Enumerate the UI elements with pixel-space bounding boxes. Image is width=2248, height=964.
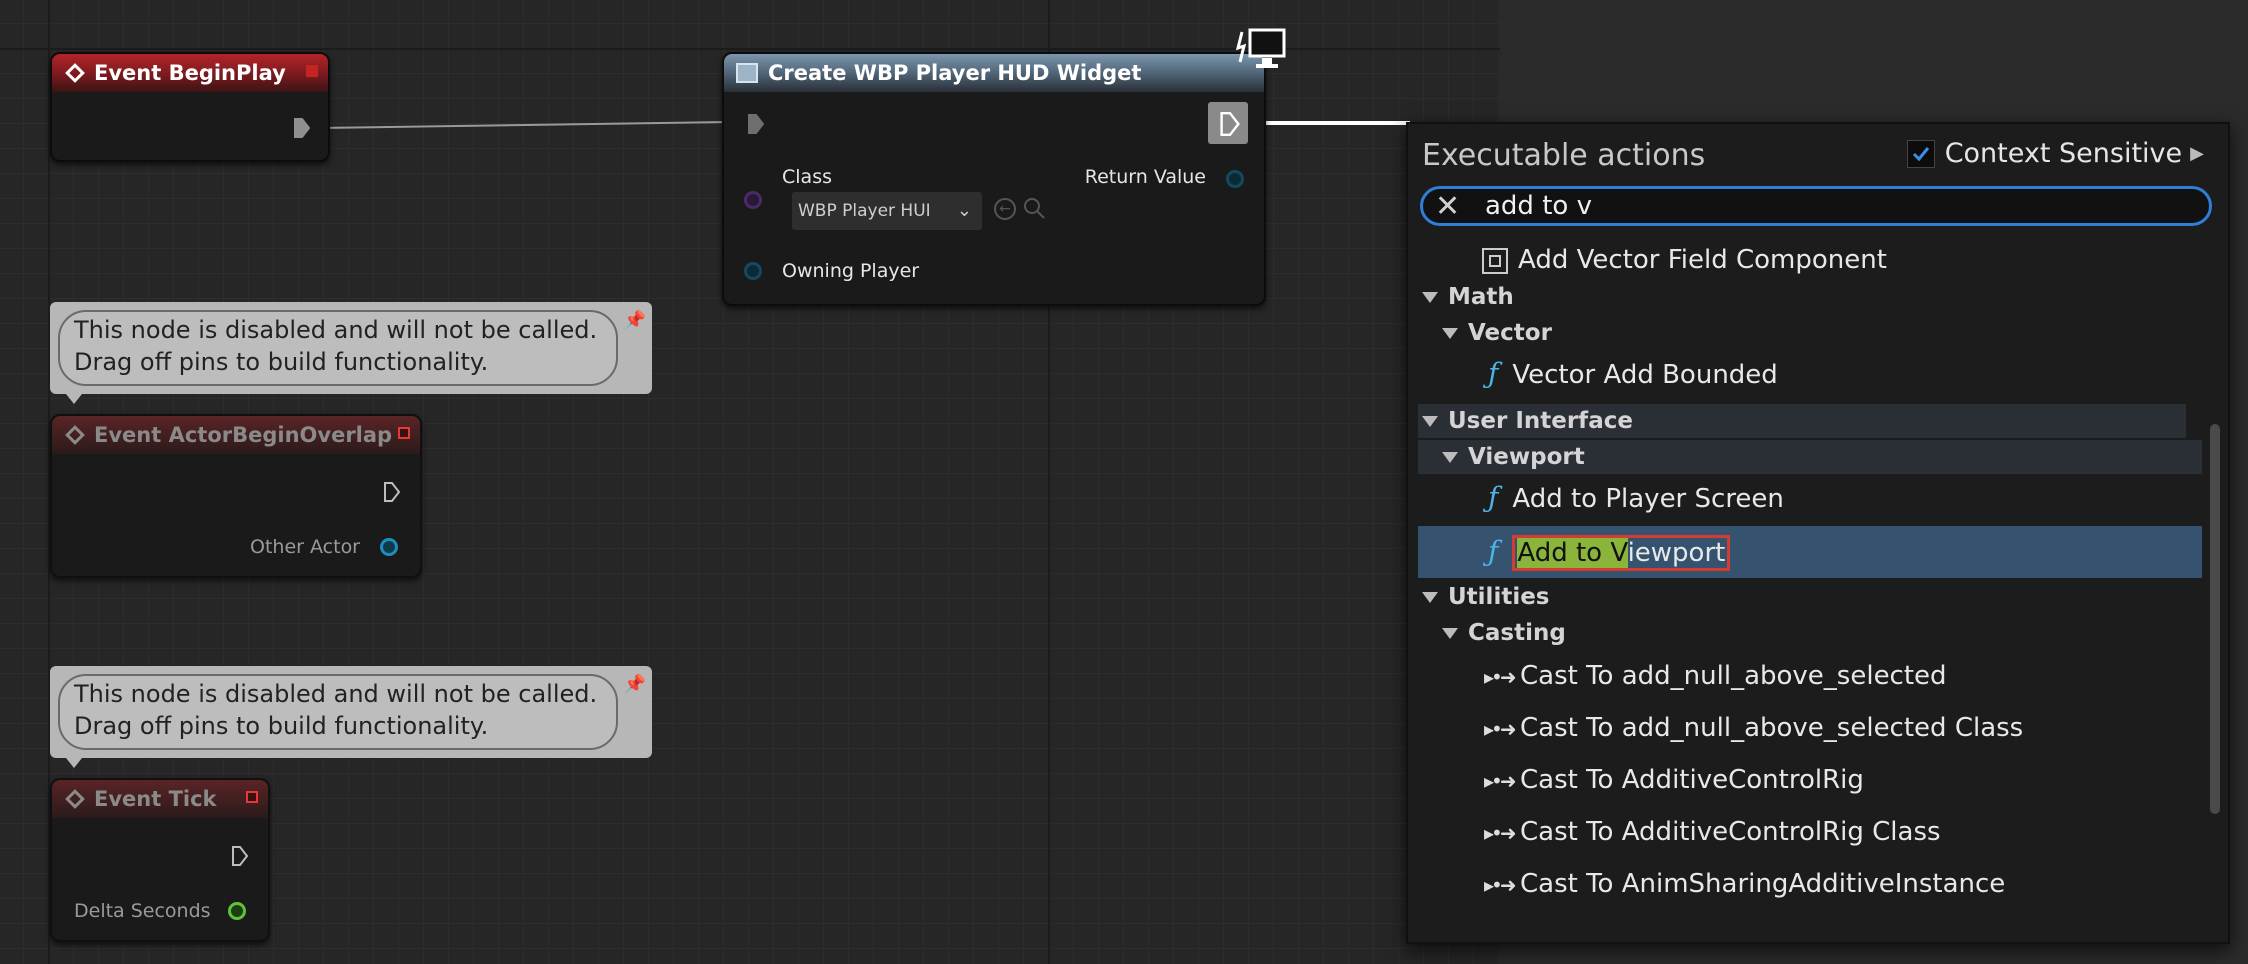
class-dropdown[interactable]: WBP Player HUI ⌄ [792, 192, 982, 230]
cast-icon: ▸•➜ [1484, 873, 1517, 897]
search-input[interactable]: ✕ add to v [1420, 186, 2212, 226]
delta-seconds-pin[interactable] [228, 902, 246, 920]
search-highlight: Add to V [1517, 538, 1628, 568]
create-widget-node[interactable]: Create WBP Player HUD Widget Class WBP P… [722, 52, 1266, 306]
event-icon [65, 789, 85, 809]
vector-field-icon [1482, 247, 1508, 274]
owning-player-pin[interactable] [744, 262, 762, 280]
bubble-tail [66, 758, 82, 768]
menu-title: Executable actions [1422, 138, 1706, 173]
category-user-interface[interactable]: User Interface [1418, 404, 2186, 438]
browse-search-icon[interactable] [1022, 196, 1046, 220]
event-beginplay-node[interactable]: Event BeginPlay [50, 52, 330, 162]
delegate-pin-icon[interactable] [306, 65, 318, 77]
blueprint-graph[interactable]: Event BeginPlay Create WBP Player HUD Wi… [0, 0, 1500, 964]
exec-out-pin[interactable] [1208, 102, 1248, 144]
use-selected-icon[interactable]: ← [994, 198, 1016, 220]
comment-line: Drag off pins to build functionality. [74, 348, 489, 376]
collapse-triangle-icon[interactable] [1442, 328, 1458, 339]
return-value-label: Return Value [1084, 166, 1206, 188]
disabled-comment-bubble: This node is disabled and will not be ca… [50, 302, 652, 404]
node-title: Event ActorBeginOverlap [94, 423, 393, 447]
node-header: Create WBP Player HUD Widget [724, 54, 1264, 92]
pin-icon[interactable]: 📌 [624, 674, 646, 695]
delta-seconds-label: Delta Seconds [74, 900, 211, 922]
exec-in-pin[interactable] [748, 114, 765, 134]
disabled-comment-bubble: This node is disabled and will not be ca… [50, 666, 652, 768]
exec-out-pin[interactable] [294, 118, 311, 138]
collapse-triangle-icon[interactable] [1422, 416, 1438, 427]
owning-player-label: Owning Player [782, 260, 920, 282]
node-header: Event ActorBeginOverlap [52, 416, 420, 454]
context-sensitive-checkbox[interactable] [1906, 139, 1935, 168]
other-actor-label: Other Actor [250, 536, 360, 558]
node-title: Create WBP Player HUD Widget [768, 61, 1142, 85]
delegate-pin-icon[interactable] [398, 427, 410, 439]
class-label: Class [782, 166, 832, 188]
action-list[interactable]: Add Vector Field Component Math Vector ƒ… [1418, 236, 2202, 936]
cast-icon: ▸•➜ [1484, 769, 1517, 793]
context-sensitive-toggle[interactable]: Context Sensitive ▶ [1906, 138, 2204, 169]
function-icon: ƒ [1488, 357, 1499, 390]
class-value: WBP Player HUI [798, 201, 931, 221]
checkmark-icon [1912, 146, 1929, 161]
node-title: Event Tick [94, 787, 217, 811]
event-icon [65, 63, 85, 83]
pin-icon[interactable]: 📌 [624, 310, 646, 331]
collapse-triangle-icon[interactable] [1422, 292, 1438, 303]
list-item[interactable]: ƒ Add to Player Screen [1418, 478, 2202, 518]
delegate-pin-icon[interactable] [246, 791, 258, 803]
function-icon: ƒ [1488, 535, 1499, 568]
collapse-triangle-icon[interactable] [1422, 592, 1438, 603]
chevron-down-icon: ⌄ [956, 200, 972, 221]
search-text: add to v [1485, 191, 1592, 221]
return-value-pin[interactable] [1226, 170, 1244, 188]
class-pin[interactable] [744, 191, 762, 209]
exec-out-pin[interactable] [232, 846, 249, 866]
executable-actions-menu[interactable]: Executable actions Context Sensitive ▶ ✕… [1406, 122, 2230, 944]
node-title: Event BeginPlay [94, 61, 286, 85]
event-tick-node[interactable]: Event Tick Delta Seconds [50, 778, 270, 942]
server-client-icon [1235, 28, 1288, 72]
node-header: Event BeginPlay [52, 54, 328, 92]
list-item[interactable]: ▸•➜ Cast To add_null_above_selected [1418, 654, 2202, 698]
collapse-triangle-icon[interactable] [1442, 628, 1458, 639]
event-actorbeginoverlap-node[interactable]: Event ActorBeginOverlap Other Actor [50, 414, 422, 578]
cast-icon: ▸•➜ [1484, 821, 1517, 845]
other-actor-pin[interactable] [380, 538, 398, 556]
function-icon: ƒ [1488, 481, 1499, 514]
category-vector[interactable]: Vector [1418, 316, 2202, 350]
bubble-tail [66, 394, 82, 404]
widget-icon [736, 63, 758, 83]
context-sensitive-label: Context Sensitive [1944, 138, 2183, 169]
selected-action-label: Add to Viewport [1512, 535, 1731, 571]
node-header: Event Tick [52, 780, 268, 818]
comment-line: This node is disabled and will not be ca… [74, 680, 598, 708]
list-item[interactable]: ▸•➜ Cast To AdditiveControlRig [1418, 758, 2202, 802]
list-item[interactable]: ▸•➜ Cast To add_null_above_selected Class [1418, 706, 2202, 750]
list-item[interactable]: ▸•➜ Cast To AdditiveControlRig Class [1418, 810, 2202, 854]
category-viewport[interactable]: Viewport [1418, 440, 2202, 474]
cast-icon: ▸•➜ [1484, 665, 1517, 689]
collapse-triangle-icon[interactable] [1442, 452, 1458, 463]
clear-search-icon[interactable]: ✕ [1435, 191, 1460, 223]
event-icon [65, 425, 85, 445]
comment-line: Drag off pins to build functionality. [74, 712, 489, 740]
scrollbar-thumb[interactable] [2210, 424, 2220, 814]
list-item[interactable]: Add Vector Field Component [1482, 242, 2202, 278]
list-item[interactable]: ▸•➜ Cast To AnimSharingAdditiveInstance [1418, 862, 2202, 906]
cast-icon: ▸•➜ [1484, 717, 1517, 741]
category-casting[interactable]: Casting [1418, 616, 2202, 650]
list-item[interactable]: ƒ Vector Add Bounded [1418, 354, 2202, 394]
list-item-selected[interactable]: ƒ Add to Viewport [1418, 526, 2202, 578]
category-utilities[interactable]: Utilities [1418, 580, 2186, 614]
exec-out-pin[interactable] [384, 482, 401, 502]
chevron-right-icon[interactable]: ▶ [2190, 143, 2204, 164]
comment-line: This node is disabled and will not be ca… [74, 316, 598, 344]
category-math[interactable]: Math [1418, 280, 2186, 314]
